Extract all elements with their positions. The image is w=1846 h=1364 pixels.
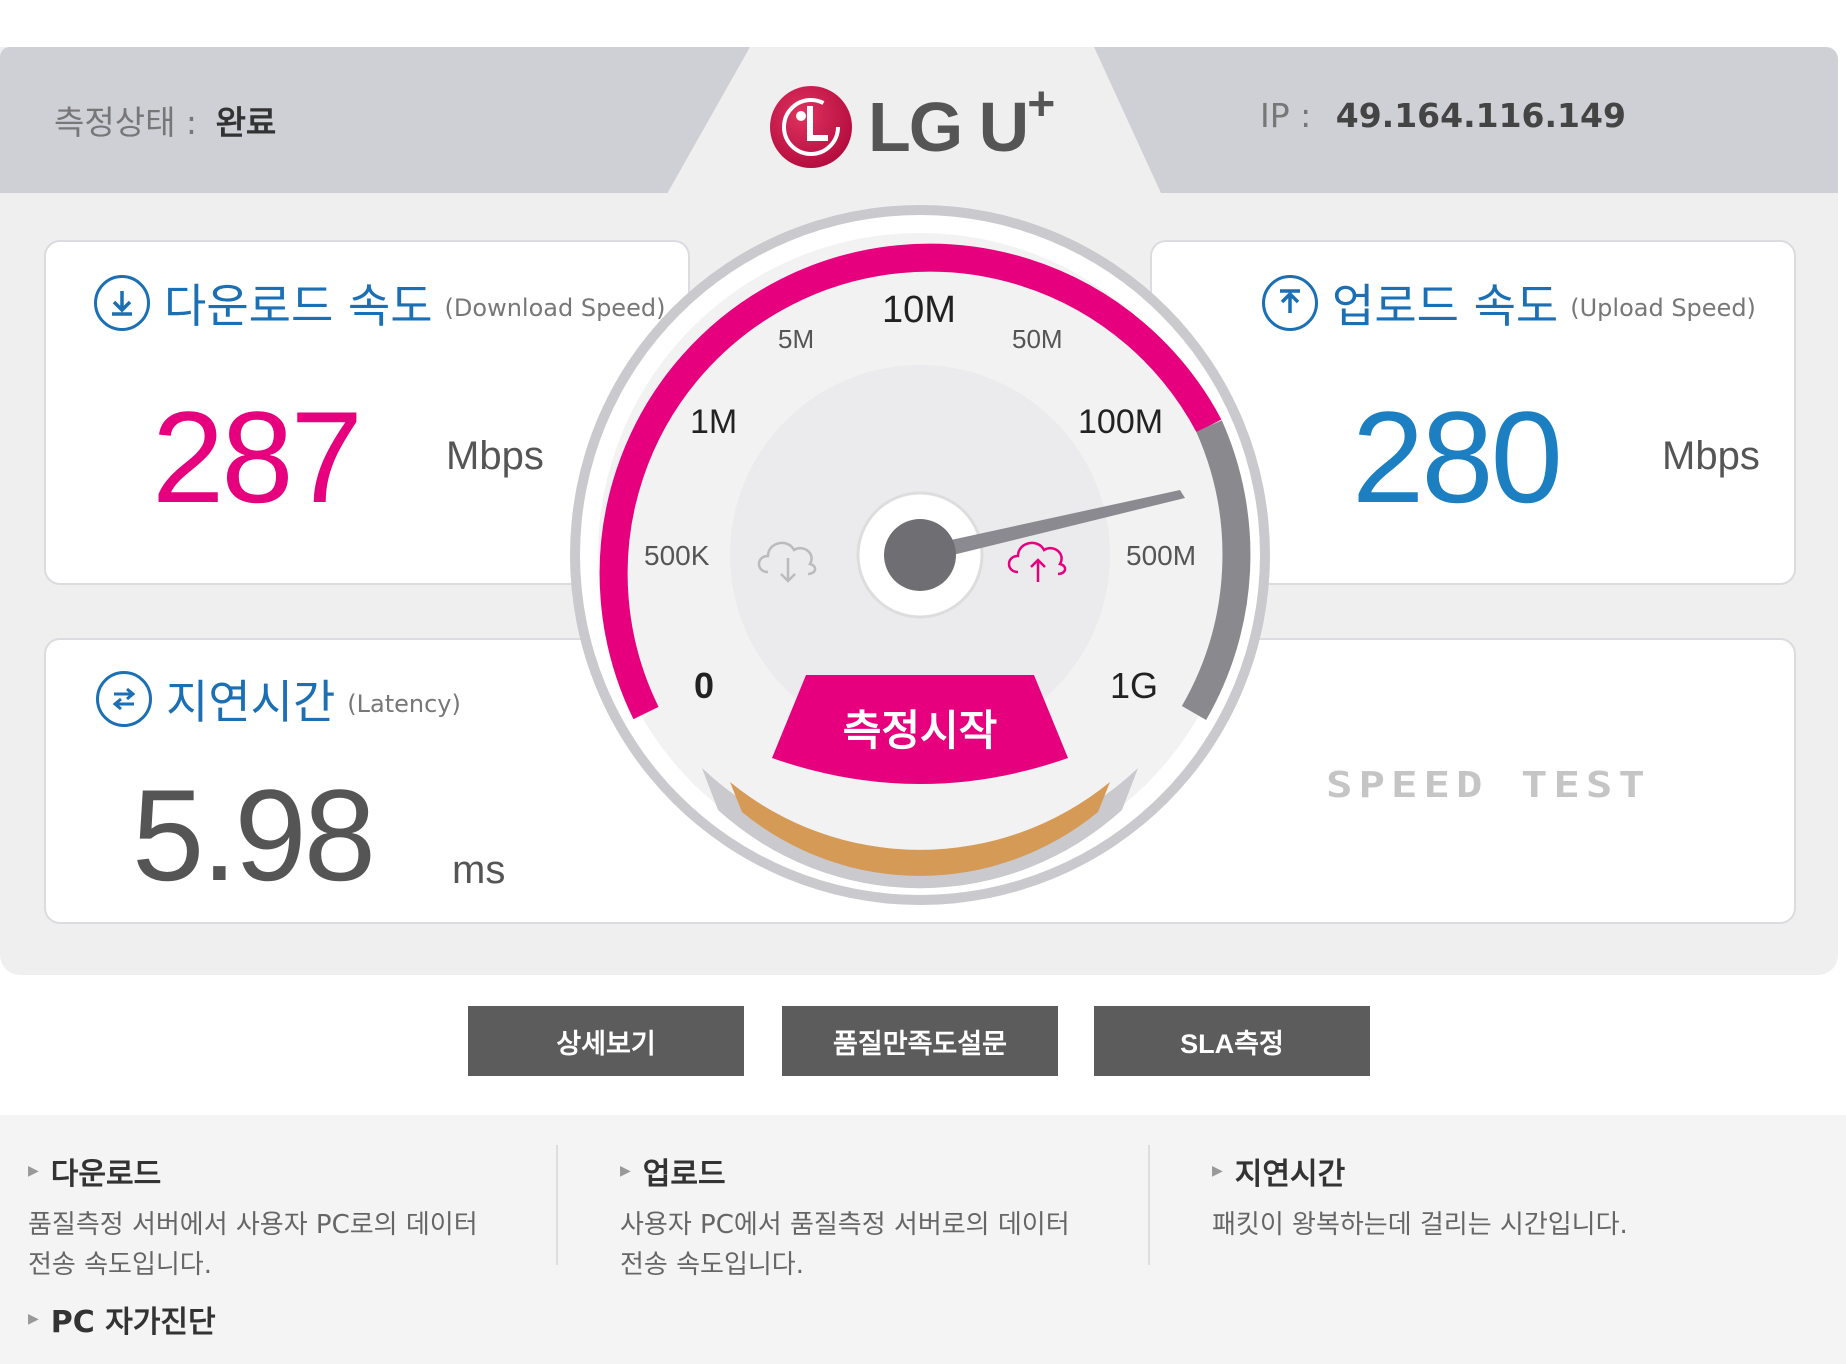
latency-unit: ms — [452, 848, 506, 892]
info-latency: ▶ 지연시간 패킷이 왕복하는데 걸리는 시간입니다. — [1212, 1157, 1628, 1240]
latency-icon — [96, 671, 152, 727]
speed-test-logo: SPEED TEST — [1326, 765, 1651, 806]
gauge-label-5m: 5M — [778, 324, 814, 354]
gauge-label-10m: 10M — [882, 289, 956, 331]
info-section: ▶ 다운로드 품질측정 서버에서 사용자 PC로의 데이터 전송 속도입니다. ▶ 업… — [0, 1115, 1846, 1364]
detail-view-button[interactable]: 상세보기 — [468, 1006, 744, 1076]
caret-icon: ▶ — [1212, 1163, 1223, 1179]
caret-icon: ▶ — [28, 1163, 39, 1179]
gauge-label-50m: 50M — [1012, 324, 1063, 354]
ip-address: IP : 49.164.116.149 — [1260, 96, 1626, 135]
caret-icon: ▶ — [28, 1311, 39, 1327]
ip-value: 49.164.116.149 — [1335, 96, 1626, 135]
upload-unit: Mbps — [1662, 434, 1760, 478]
info-upload: ▶ 업로드 사용자 PC에서 품질측정 서버로의 데이터 전송 속도입니다. — [620, 1157, 1070, 1280]
status-value: 완료 — [215, 103, 277, 142]
gauge-label-500k: 500K — [644, 540, 710, 571]
speed-gauge: 0 500K 1M 5M 10M 50M 100M 500M 1G 측정시작 — [570, 205, 1270, 905]
gauge-label-0: 0 — [694, 665, 714, 706]
latency-title: 지연시간 (Latency) — [96, 666, 461, 732]
start-measure-label: 측정시작 — [843, 706, 998, 755]
satisfaction-survey-button[interactable]: 품질만족도설문 — [782, 1006, 1058, 1076]
info-divider — [556, 1145, 558, 1265]
download-unit: Mbps — [446, 434, 544, 478]
info-download: ▶ 다운로드 품질측정 서버에서 사용자 PC로의 데이터 전송 속도입니다. — [28, 1157, 478, 1280]
lg-uplus-logo: LG U+ — [770, 78, 1090, 172]
gauge-label-100m: 100M — [1078, 403, 1163, 441]
lg-face-icon — [770, 86, 852, 168]
upload-value: 280 — [1352, 384, 1563, 530]
status-label-text: 측정상태 : — [54, 103, 198, 142]
caret-icon: ▶ — [620, 1163, 631, 1179]
speed-test-page: 측정상태 : 완료 IP : 49.164.116.149 LG U+ 다운로드… — [0, 0, 1846, 1364]
sla-measure-button[interactable]: SLA측정 — [1094, 1006, 1370, 1076]
download-icon — [94, 275, 150, 331]
ip-label-text: IP : — [1260, 96, 1312, 135]
info-divider — [1148, 1145, 1150, 1265]
download-value: 287 — [152, 384, 363, 530]
gauge-label-1m: 1M — [690, 403, 737, 441]
gauge-label-1g: 1G — [1110, 665, 1158, 706]
gauge-label-500m: 500M — [1126, 540, 1196, 571]
latency-value: 5.98 — [132, 762, 376, 908]
logo-wordmark: LG U+ — [868, 78, 1055, 166]
info-pc-self-diagnosis: ▶ PC 자가진단 — [28, 1305, 216, 1340]
measurement-status: 측정상태 : 완료 — [54, 96, 276, 144]
upload-title: 업로드 속도 (Upload Speed) — [1262, 270, 1756, 336]
